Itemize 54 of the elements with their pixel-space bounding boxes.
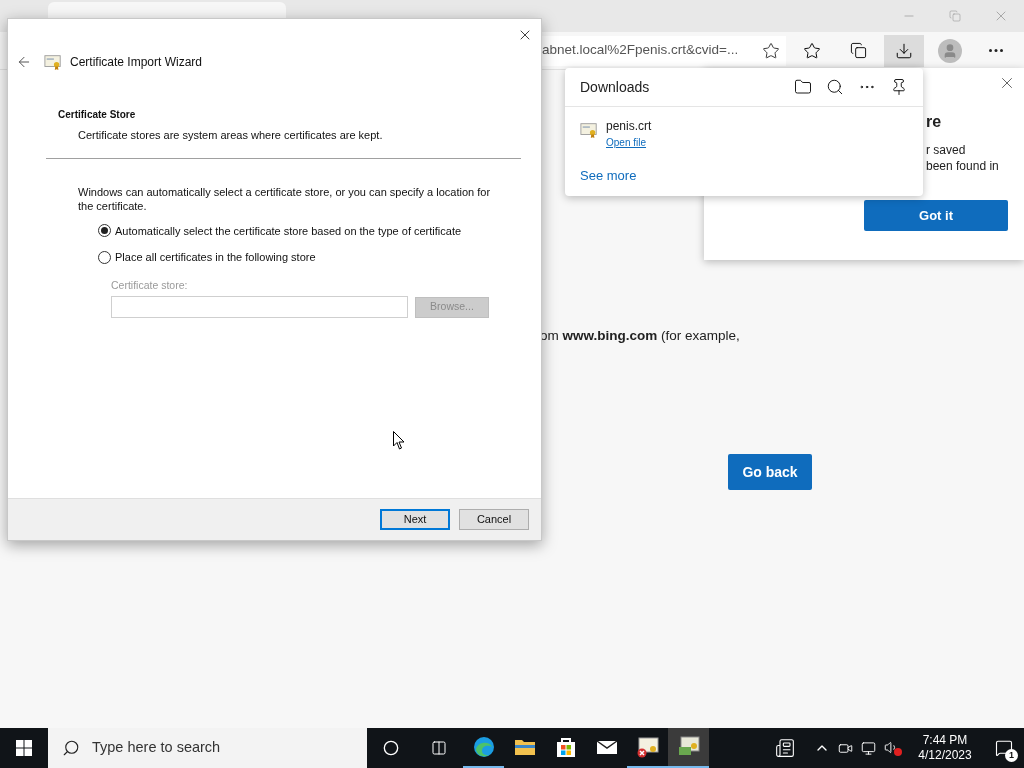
callout-heading: re bbox=[926, 112, 943, 132]
restore-icon bbox=[949, 10, 961, 22]
pin-icon[interactable] bbox=[890, 78, 908, 96]
got-it-button[interactable]: Got it bbox=[864, 200, 1008, 231]
search-placeholder: Type here to search bbox=[92, 738, 221, 758]
avatar-icon bbox=[938, 38, 962, 63]
notification-badge: 1 bbox=[1005, 749, 1018, 762]
search-icon bbox=[62, 739, 80, 757]
callout-text: r saved bbox=[926, 142, 967, 158]
add-favorite-icon[interactable] bbox=[762, 41, 780, 60]
file-name: penis.crt bbox=[606, 118, 652, 135]
folder-icon[interactable] bbox=[794, 78, 812, 96]
windows-logo-icon bbox=[16, 740, 32, 756]
download-icon bbox=[895, 41, 913, 60]
clock-time: 7:44 PM bbox=[922, 733, 968, 748]
certificate-wizard-icon bbox=[44, 53, 62, 71]
taskbar-app-button[interactable] bbox=[668, 728, 709, 768]
clock[interactable]: 7:44 PM 4/12/2023 bbox=[906, 733, 984, 763]
circle-icon bbox=[383, 740, 399, 756]
collections-icon bbox=[849, 42, 867, 59]
taskbar-search-field[interactable]: Type here to search bbox=[48, 728, 367, 768]
news-icon bbox=[775, 738, 795, 758]
intro-text: Windows can automatically select a certificate store, or you can specify a location for the certificate. bbox=[78, 184, 492, 213]
dialog-button[interactable]: Cancel bbox=[459, 509, 529, 530]
open-file-link[interactable]: Open file bbox=[606, 135, 652, 150]
section-heading: Certificate Store bbox=[58, 108, 137, 122]
downloads-title: Downloads bbox=[580, 77, 650, 97]
notification-icon bbox=[995, 739, 1013, 757]
url-text: abnet.local%2Fpenis.crt&cvid=... bbox=[542, 41, 739, 60]
search-icon[interactable] bbox=[826, 78, 844, 96]
notification-button[interactable]: 1 bbox=[984, 728, 1024, 768]
section-description: Certificate stores are system areas where certificates are kept. bbox=[78, 128, 384, 143]
clock-date: 4/12/2023 bbox=[918, 748, 972, 763]
radio-button[interactable] bbox=[98, 250, 111, 264]
store-label: Certificate store: bbox=[111, 277, 189, 293]
callout-text: been found in bbox=[926, 158, 1000, 174]
radio-button[interactable] bbox=[98, 224, 111, 238]
star-icon bbox=[803, 41, 821, 60]
task-view-icon bbox=[431, 740, 447, 756]
dialog-button[interactable]: Next bbox=[380, 509, 450, 530]
dialog-title: Certificate Import Wizard bbox=[70, 54, 203, 71]
edge-icon bbox=[471, 735, 496, 759]
certificate-file-icon bbox=[580, 121, 598, 139]
certificate-error-icon bbox=[635, 735, 660, 759]
address-bar[interactable]: abnet.local%2Fpenis.crt&cvid=... bbox=[542, 35, 786, 66]
downloads-button[interactable] bbox=[884, 34, 924, 67]
radio-label: Automatically select the certificate store based on the type of certificate bbox=[115, 223, 462, 239]
mouse-cursor-icon bbox=[393, 431, 405, 450]
see-more-link[interactable]: See more bbox=[580, 166, 637, 186]
volume-muted-icon[interactable] bbox=[884, 740, 902, 756]
network-icon[interactable] bbox=[861, 740, 876, 756]
more-icon bbox=[989, 49, 1003, 52]
radio-label: Place all certificates in the following store bbox=[115, 250, 316, 265]
go-back-button[interactable]: Go back bbox=[728, 454, 812, 491]
